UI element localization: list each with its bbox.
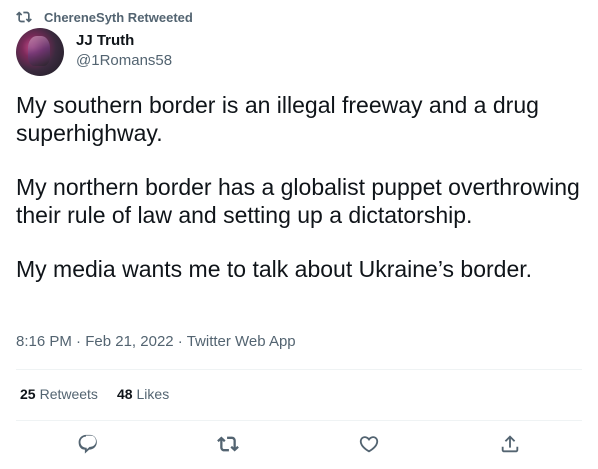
tweet-date[interactable]: Feb 21, 2022 bbox=[85, 333, 173, 350]
retweet-icon bbox=[16, 11, 32, 23]
share-icon bbox=[501, 435, 519, 453]
action-bar bbox=[0, 432, 598, 460]
tweet: ChereneSyth Retweeted JJ Truth @1Romans5… bbox=[0, 0, 598, 469]
tweet-time[interactable]: 8:16 PM bbox=[16, 333, 72, 350]
likes-count: 48 bbox=[116, 386, 133, 402]
avatar[interactable] bbox=[16, 28, 64, 76]
retweets-count: 25 bbox=[20, 386, 36, 402]
tweet-paragraph: My media wants me to talk about Ukraine’… bbox=[16, 256, 533, 282]
retweet-icon bbox=[217, 436, 239, 452]
retweets-stat[interactable]: 25 Retweets bbox=[20, 386, 98, 402]
retweeted-by-label: ChereneSyth Retweeted bbox=[44, 9, 193, 25]
share-button[interactable] bbox=[498, 432, 522, 456]
tweet-paragraph: My southern border is an illegal freeway… bbox=[16, 92, 539, 146]
likes-stat[interactable]: 48 Likes bbox=[117, 386, 169, 402]
retweets-label: Retweets bbox=[39, 386, 98, 402]
tweet-paragraph: My northern border has a globalist puppe… bbox=[16, 174, 580, 228]
divider bbox=[16, 369, 582, 370]
divider bbox=[16, 420, 582, 421]
retweet-indicator[interactable]: ChereneSyth Retweeted bbox=[16, 8, 193, 26]
reply-icon bbox=[78, 434, 97, 454]
author-name[interactable]: JJ Truth bbox=[76, 32, 134, 49]
tweet-text: My southern border is an illegal freeway… bbox=[16, 91, 582, 309]
likes-label: Likes bbox=[136, 386, 170, 402]
retweet-button[interactable] bbox=[216, 432, 240, 456]
tweet-meta: 8:16 PM · Feb 21, 2022 · Twitter Web App bbox=[16, 333, 296, 350]
tweet-source[interactable]: Twitter Web App bbox=[187, 333, 296, 350]
reply-button[interactable] bbox=[76, 432, 100, 456]
tweet-stats: 25 Retweets 48 Likes bbox=[20, 386, 169, 402]
like-button[interactable] bbox=[357, 432, 381, 456]
like-icon bbox=[359, 436, 379, 453]
author-handle[interactable]: @1Romans58 bbox=[76, 52, 172, 69]
